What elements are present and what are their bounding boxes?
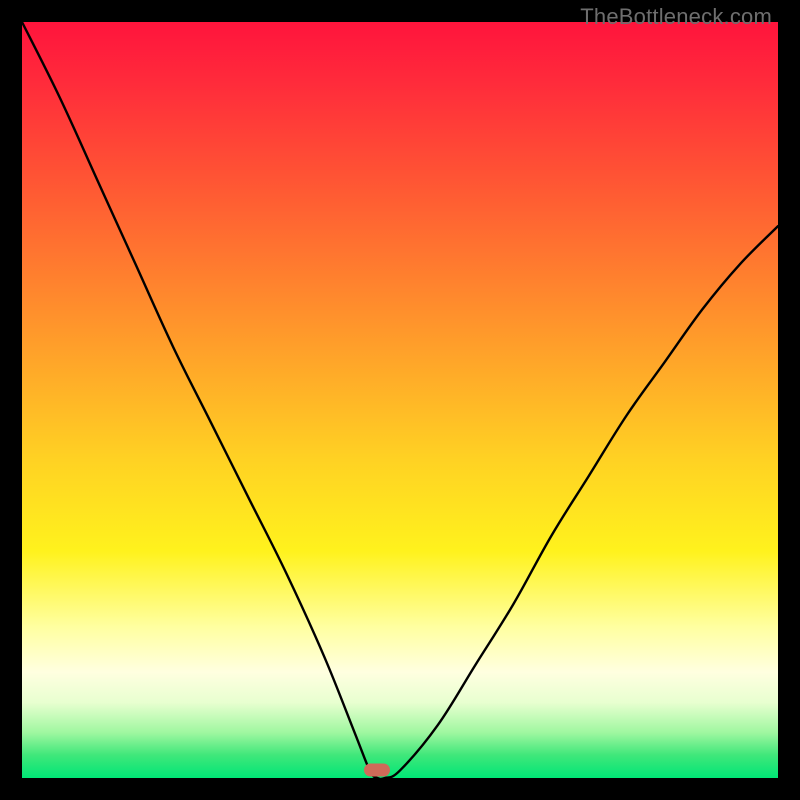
chart-frame: TheBottleneck.com bbox=[0, 0, 800, 800]
watermark-text: TheBottleneck.com bbox=[580, 4, 772, 30]
plot-area bbox=[22, 22, 778, 778]
minimum-marker bbox=[364, 764, 390, 777]
curve-svg bbox=[22, 22, 778, 778]
bottleneck-curve bbox=[22, 22, 778, 779]
